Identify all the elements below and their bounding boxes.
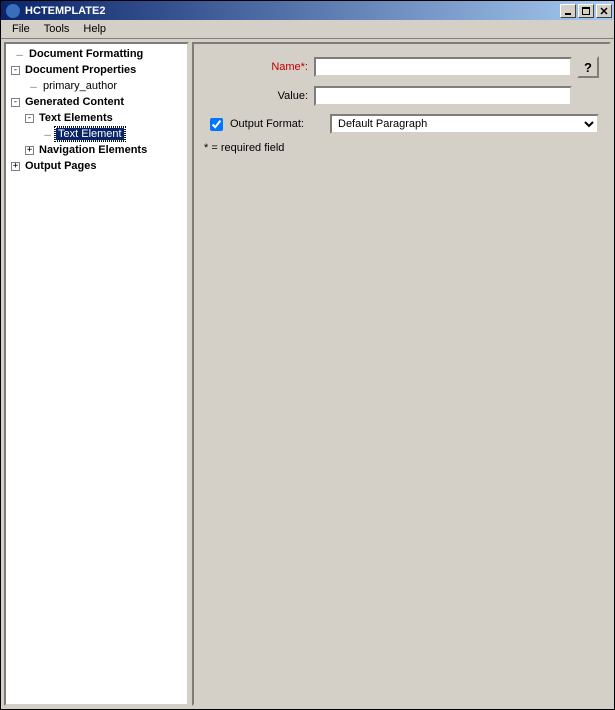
value-row: Value: — [204, 86, 599, 106]
output-format-label: Output Format: — [224, 118, 314, 130]
value-input[interactable] — [314, 86, 572, 106]
menubar: File Tools Help — [1, 20, 614, 39]
app-window: HCTEMPLATE2 File Tools Help — Document F… — [0, 0, 615, 710]
tree-leaf-icon: — — [26, 80, 41, 93]
app-icon — [6, 4, 20, 18]
tree-label: Output Pages — [23, 160, 99, 172]
tree-item-generated-content[interactable]: - Generated Content — [6, 94, 187, 110]
expand-icon[interactable]: + — [11, 162, 20, 171]
close-button[interactable] — [596, 4, 612, 18]
menu-help[interactable]: Help — [76, 21, 113, 37]
name-label: Name*: — [204, 61, 314, 73]
output-format-row: Output Format: Default Paragraph — [204, 114, 599, 134]
name-row: Name*: ? — [204, 56, 599, 78]
tree-item-primary-author[interactable]: — primary_author — [6, 78, 187, 94]
value-label: Value: — [204, 90, 314, 102]
required-field-note: * = required field — [204, 142, 599, 154]
collapse-icon[interactable]: - — [25, 114, 34, 123]
body: — Document Formatting - Document Propert… — [1, 39, 614, 709]
tree-item-text-elements[interactable]: - Text Elements — [6, 110, 187, 126]
tree-item-doc-properties[interactable]: - Document Properties — [6, 62, 187, 78]
tree-label: primary_author — [41, 80, 119, 92]
collapse-icon[interactable]: - — [11, 98, 20, 107]
output-format-select[interactable]: Default Paragraph — [330, 114, 599, 134]
tree-leaf-icon: — — [40, 128, 55, 141]
menu-file[interactable]: File — [5, 21, 37, 37]
window-title: HCTEMPLATE2 — [23, 5, 558, 17]
name-input[interactable] — [314, 57, 572, 77]
window-controls — [558, 4, 612, 18]
tree-label: Document Formatting — [27, 48, 145, 60]
tree-leaf-icon: — — [12, 48, 27, 61]
tree-label: Document Properties — [23, 64, 138, 76]
minimize-button[interactable] — [560, 4, 576, 18]
tree-item-text-element[interactable]: — Text Element — [6, 126, 187, 142]
tree-label: Generated Content — [23, 96, 126, 108]
tree-label-selected: Text Element — [55, 127, 125, 141]
form-panel: Name*: ? Value: Output Format: Default P… — [192, 42, 611, 706]
maximize-button[interactable] — [578, 4, 594, 18]
titlebar[interactable]: HCTEMPLATE2 — [1, 1, 614, 20]
help-button[interactable]: ? — [577, 56, 599, 78]
expand-icon[interactable]: + — [25, 146, 34, 155]
collapse-icon[interactable]: - — [11, 66, 20, 75]
tree-panel: — Document Formatting - Document Propert… — [4, 42, 189, 706]
tree-item-nav-elements[interactable]: + Navigation Elements — [6, 142, 187, 158]
menu-tools[interactable]: Tools — [37, 21, 77, 37]
output-format-checkbox[interactable] — [210, 118, 223, 131]
tree-item-output-pages[interactable]: + Output Pages — [6, 158, 187, 174]
tree-label: Navigation Elements — [37, 144, 149, 156]
tree-item-doc-formatting[interactable]: — Document Formatting — [6, 46, 187, 62]
tree-label: Text Elements — [37, 112, 115, 124]
